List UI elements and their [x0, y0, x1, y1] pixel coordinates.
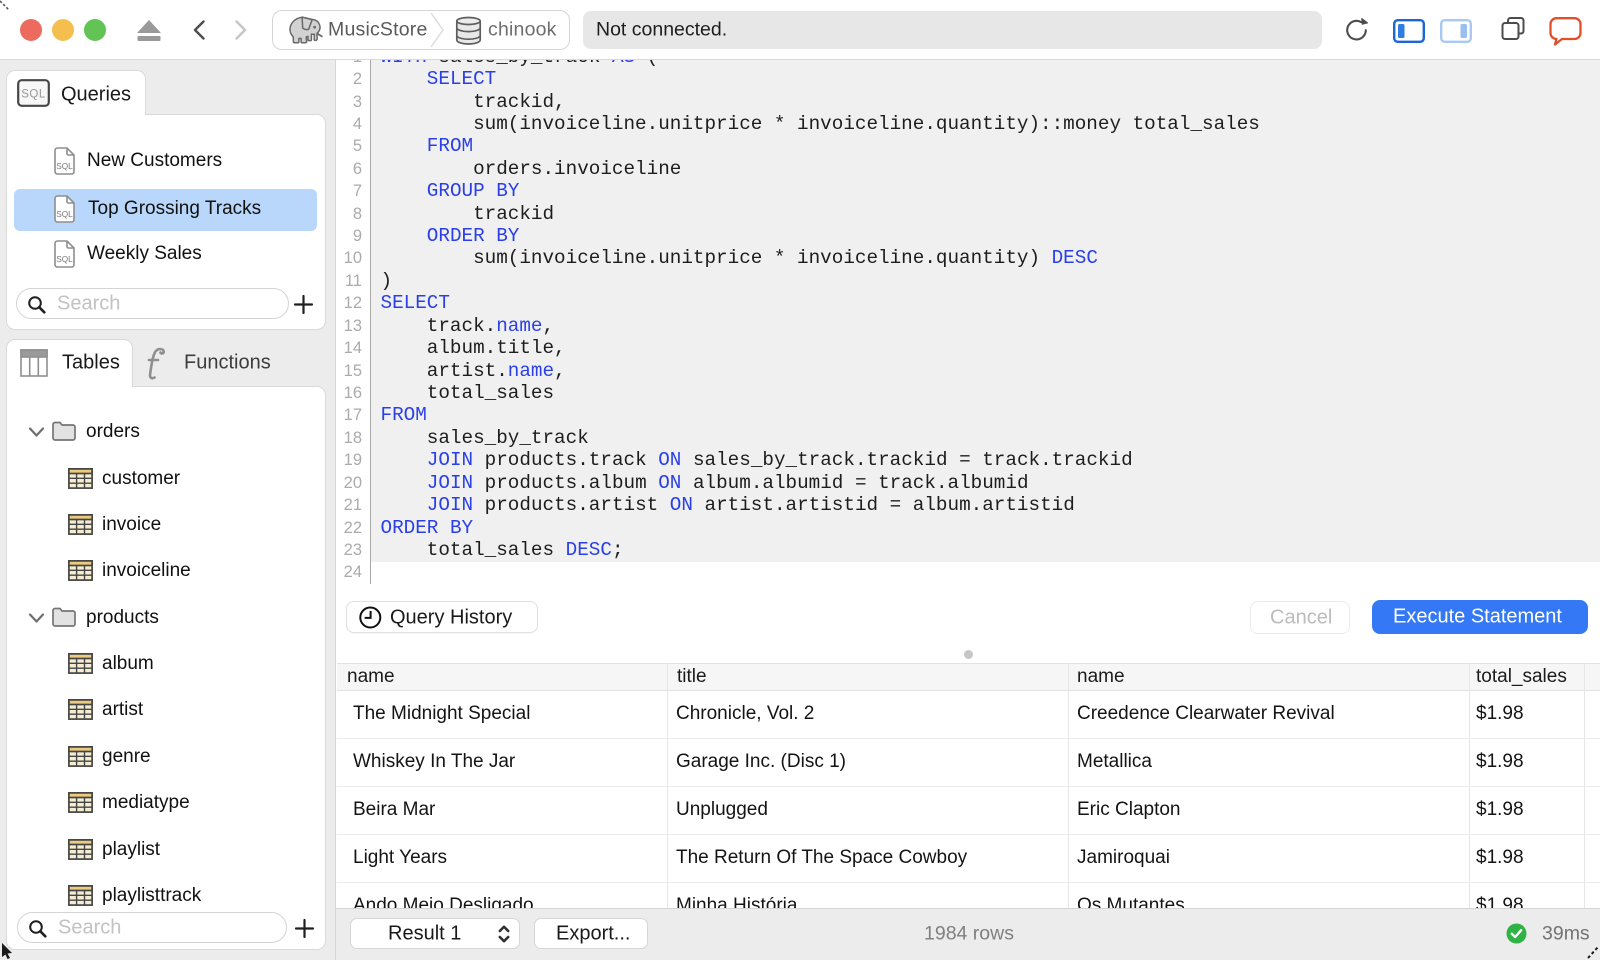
- svg-text:SQL: SQL: [21, 89, 46, 101]
- svg-text:SQL: SQL: [56, 162, 73, 171]
- svg-text:SQL: SQL: [56, 210, 73, 219]
- svg-text:SQL: SQL: [56, 255, 73, 264]
